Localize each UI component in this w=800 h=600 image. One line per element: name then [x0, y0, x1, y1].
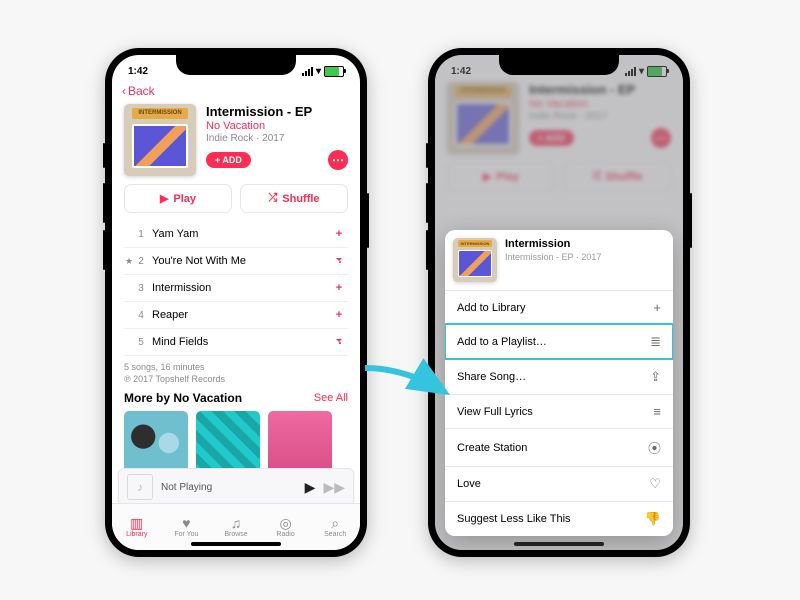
tab-search[interactable]: ⌕Search — [310, 504, 360, 550]
menu-label: Love — [457, 478, 481, 490]
tab-icon: ♫ — [231, 516, 242, 530]
track-row[interactable]: ★2You're Not With Me — [124, 248, 348, 275]
menu-label: Share Song… — [457, 371, 526, 383]
tab-label: Search — [324, 531, 346, 538]
track-name: You're Not With Me — [148, 255, 330, 267]
play-icon[interactable]: ▶ — [305, 479, 316, 496]
menu-icon: ⦿ — [648, 438, 661, 457]
shelf-item[interactable] — [196, 411, 260, 475]
chevron-left-icon: ‹ — [122, 84, 126, 98]
menu-label: Create Station — [457, 442, 527, 454]
add-track-icon[interactable]: + — [330, 309, 348, 321]
menu-add-to-library[interactable]: Add to Library + — [445, 291, 673, 324]
signal-icon — [302, 67, 313, 76]
track-row[interactable]: 4Reaper+ — [124, 302, 348, 329]
track-list: 1Yam Yam+★2You're Not With Me3Intermissi… — [112, 221, 360, 356]
phone-album-view: 1:42 ▾ ‹ Back INTERMISSION — [105, 48, 367, 557]
track-row[interactable]: 3Intermission+ — [124, 275, 348, 302]
tab-icon: ⌕ — [331, 516, 339, 530]
menu-icon: 👎 — [645, 511, 661, 527]
sheet-title: Intermission — [505, 238, 601, 250]
track-row[interactable]: 5Mind Fields — [124, 329, 348, 356]
play-button[interactable]: ▶Play — [124, 184, 232, 213]
track-number: 1 — [134, 229, 148, 240]
add-track-icon[interactable]: + — [330, 282, 348, 294]
track-number: 5 — [134, 337, 148, 348]
album-art[interactable]: INTERMISSION — [124, 104, 196, 176]
album-title: Intermission - EP — [206, 104, 348, 119]
shelf-item[interactable] — [268, 411, 332, 475]
track-count: 5 songs, 16 minutes — [124, 362, 348, 374]
now-playing-label: Not Playing — [161, 482, 297, 493]
tab-icon: ◎ — [279, 516, 291, 530]
menu-create-station[interactable]: Create Station ⦿ — [445, 428, 673, 466]
menu-icon: + — [653, 300, 661, 315]
menu-share-song[interactable]: Share Song… ⇪ — [445, 359, 673, 394]
sheet-header: INTERMISSION Intermission Intermission -… — [445, 230, 673, 291]
sheet-subtitle: Intermission - EP · 2017 — [505, 252, 601, 262]
shuffle-icon: ⤮ — [268, 192, 277, 205]
see-all-link[interactable]: See All — [314, 392, 348, 404]
tab-label: For You — [174, 531, 198, 538]
home-indicator[interactable] — [514, 542, 604, 546]
menu-love[interactable]: Love ♡ — [445, 466, 673, 501]
wifi-icon: ▾ — [316, 66, 321, 77]
play-icon: ▶ — [160, 192, 168, 205]
add-track-icon[interactable]: + — [330, 228, 348, 240]
track-number: 4 — [134, 310, 148, 321]
menu-add-to-a-playlist[interactable]: Add to a Playlist… ≣ — [445, 324, 673, 359]
menu-label: Add to a Playlist… — [457, 336, 547, 348]
sheet-art: INTERMISSION — [453, 238, 497, 282]
phone-action-sheet: 1:42 ▾ INTERMISSION Intermission - EP No… — [428, 48, 690, 557]
more-by-heading: More by No Vacation — [124, 391, 242, 405]
more-button[interactable]: ⋯ — [328, 150, 348, 170]
star-icon: ★ — [124, 256, 134, 267]
add-button[interactable]: + ADD — [206, 152, 251, 168]
tab-label: Browse — [224, 531, 247, 538]
menu-label: View Full Lyrics — [457, 406, 533, 418]
album-artist[interactable]: No Vacation — [206, 120, 348, 132]
home-indicator[interactable] — [191, 542, 281, 546]
tab-icon: ♥ — [182, 516, 190, 530]
menu-icon: ≡ — [653, 404, 661, 419]
track-row[interactable]: 1Yam Yam+ — [124, 221, 348, 248]
track-name: Intermission — [148, 282, 330, 294]
tab-label: Library — [126, 531, 147, 538]
track-name: Mind Fields — [148, 336, 330, 348]
shelf-item[interactable] — [124, 411, 188, 475]
menu-suggest-less-like-this[interactable]: Suggest Less Like This 👎 — [445, 501, 673, 536]
forward-icon[interactable]: ▶▶ — [323, 479, 345, 496]
battery-icon — [324, 66, 344, 77]
back-label: Back — [128, 84, 155, 98]
action-sheet: INTERMISSION Intermission Intermission -… — [445, 230, 673, 536]
menu-view-full-lyrics[interactable]: View Full Lyrics ≡ — [445, 394, 673, 428]
now-playing-bar[interactable]: ♪ Not Playing ▶ ▶▶ — [118, 468, 354, 506]
menu-label: Suggest Less Like This — [457, 513, 571, 525]
shuffle-button[interactable]: ⤮Shuffle — [240, 184, 348, 213]
status-time: 1:42 — [128, 66, 148, 77]
track-name: Reaper — [148, 309, 330, 321]
menu-icon: ⇪ — [650, 369, 661, 385]
track-number: 3 — [134, 283, 148, 294]
tab-label: Radio — [276, 531, 294, 538]
track-name: Yam Yam — [148, 228, 330, 240]
back-button[interactable]: ‹ Back — [122, 84, 155, 98]
tab-library[interactable]: ▥Library — [112, 504, 162, 550]
menu-icon: ♡ — [649, 476, 661, 492]
copyright: ℗ 2017 Topshelf Records — [124, 374, 348, 386]
now-playing-art: ♪ — [127, 474, 153, 500]
menu-icon: ≣ — [650, 334, 661, 350]
album-genre: Indie Rock · 2017 — [206, 133, 348, 144]
track-number: 2 — [134, 256, 148, 267]
tab-icon: ▥ — [130, 516, 143, 530]
annotation-arrow — [360, 360, 460, 415]
menu-label: Add to Library — [457, 302, 525, 314]
